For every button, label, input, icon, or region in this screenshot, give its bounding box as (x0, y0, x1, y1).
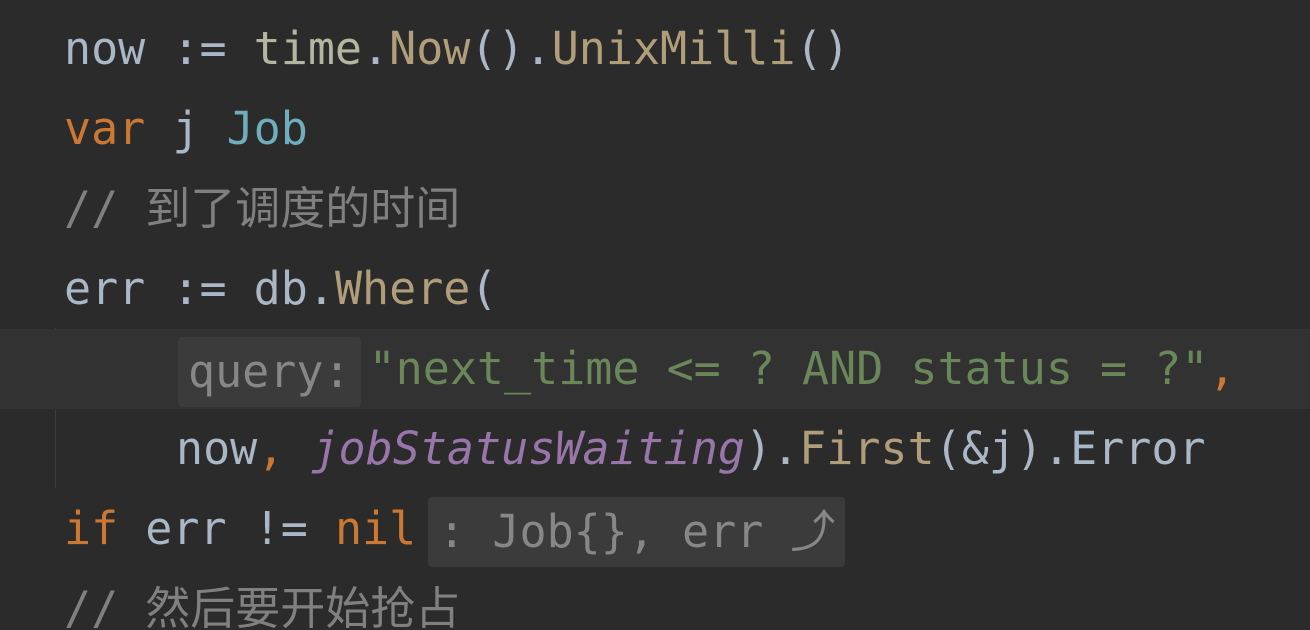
function-now: Now (389, 22, 471, 75)
identifier-now: now (64, 22, 146, 75)
code-line-2[interactable]: var j Job (0, 89, 1310, 169)
comment-slashes: // (64, 182, 146, 235)
call-parens: () (470, 22, 525, 75)
code-line-4[interactable]: err := db.Where( (0, 249, 1310, 329)
code-line-7-content: if err != nil: Job{}, err ⤴ (64, 489, 846, 569)
identifier-err: err (64, 262, 146, 315)
call-parens: () (795, 22, 850, 75)
code-line-1[interactable]: now := time.Now().UnixMilli() (0, 9, 1310, 89)
dot-operator: . (524, 22, 552, 75)
assign-operator: := (145, 22, 254, 75)
comma: , (1208, 342, 1236, 395)
not-equal-operator: != (253, 502, 308, 555)
type-job: Job (226, 102, 308, 155)
code-line-8[interactable]: // 然后要开始抢占 (0, 569, 1310, 630)
code-line-3[interactable]: // 到了调度的时间 (0, 169, 1310, 249)
keyword-if: if (64, 502, 119, 555)
comment-line: // 然后要开始抢占 (64, 569, 460, 630)
identifier-now: now (176, 422, 258, 475)
code-line-2-content: var j Job (64, 89, 308, 169)
comment-slashes: // (64, 582, 146, 630)
code-line-6[interactable]: now, jobStatusWaiting).First(&j).Error (0, 409, 1310, 489)
code-line-1-content: now := time.Now().UnixMilli() (64, 9, 850, 89)
code-line-4-content: err := db.Where( (64, 249, 498, 329)
identifier-db: db (253, 262, 308, 315)
code-line-7[interactable]: if err != nil: Job{}, err ⤴ (0, 489, 1310, 569)
identifier-err: err (118, 502, 254, 555)
dot-operator: . (362, 22, 390, 75)
keyword-var: var (64, 102, 146, 155)
comment-text: 然后要开始抢占 (145, 582, 461, 630)
string-literal: "next_time <= ? AND status = ?" (368, 342, 1209, 395)
code-line-6-content: now, jobStatusWaiting).First(&j).Error (176, 409, 1206, 489)
assign-operator: := (145, 262, 254, 315)
parameter-hint-query: query: (178, 337, 361, 407)
constant-job-status-waiting: jobStatusWaiting (311, 422, 745, 475)
package-time: time (253, 22, 363, 75)
identifier-j: j (145, 102, 227, 155)
dot-operator: . (307, 262, 335, 315)
field-error: Error (1070, 422, 1206, 475)
close-paren-dot: ). (744, 422, 800, 475)
keyword-nil: nil (334, 502, 417, 555)
code-line-5-current[interactable]: query: "next_time <= ? AND status = ?", (0, 329, 1310, 409)
function-where: Where (334, 262, 471, 315)
function-first: First (799, 422, 935, 475)
comma: , (257, 422, 312, 475)
function-unixmilli: UnixMilli (551, 22, 796, 75)
code-editor[interactable]: now := time.Now().UnixMilli() var j Job … (0, 0, 1310, 630)
return-block-hint[interactable]: : Job{}, err ⤴ (428, 497, 846, 567)
call-args-first: (&j). (934, 422, 1071, 475)
open-paren: ( (470, 262, 498, 315)
comment-text: 到了调度的时间 (145, 182, 461, 235)
comment-line: // 到了调度的时间 (64, 169, 460, 249)
code-line-5-content: query: "next_time <= ? AND status = ?", (178, 329, 1236, 409)
